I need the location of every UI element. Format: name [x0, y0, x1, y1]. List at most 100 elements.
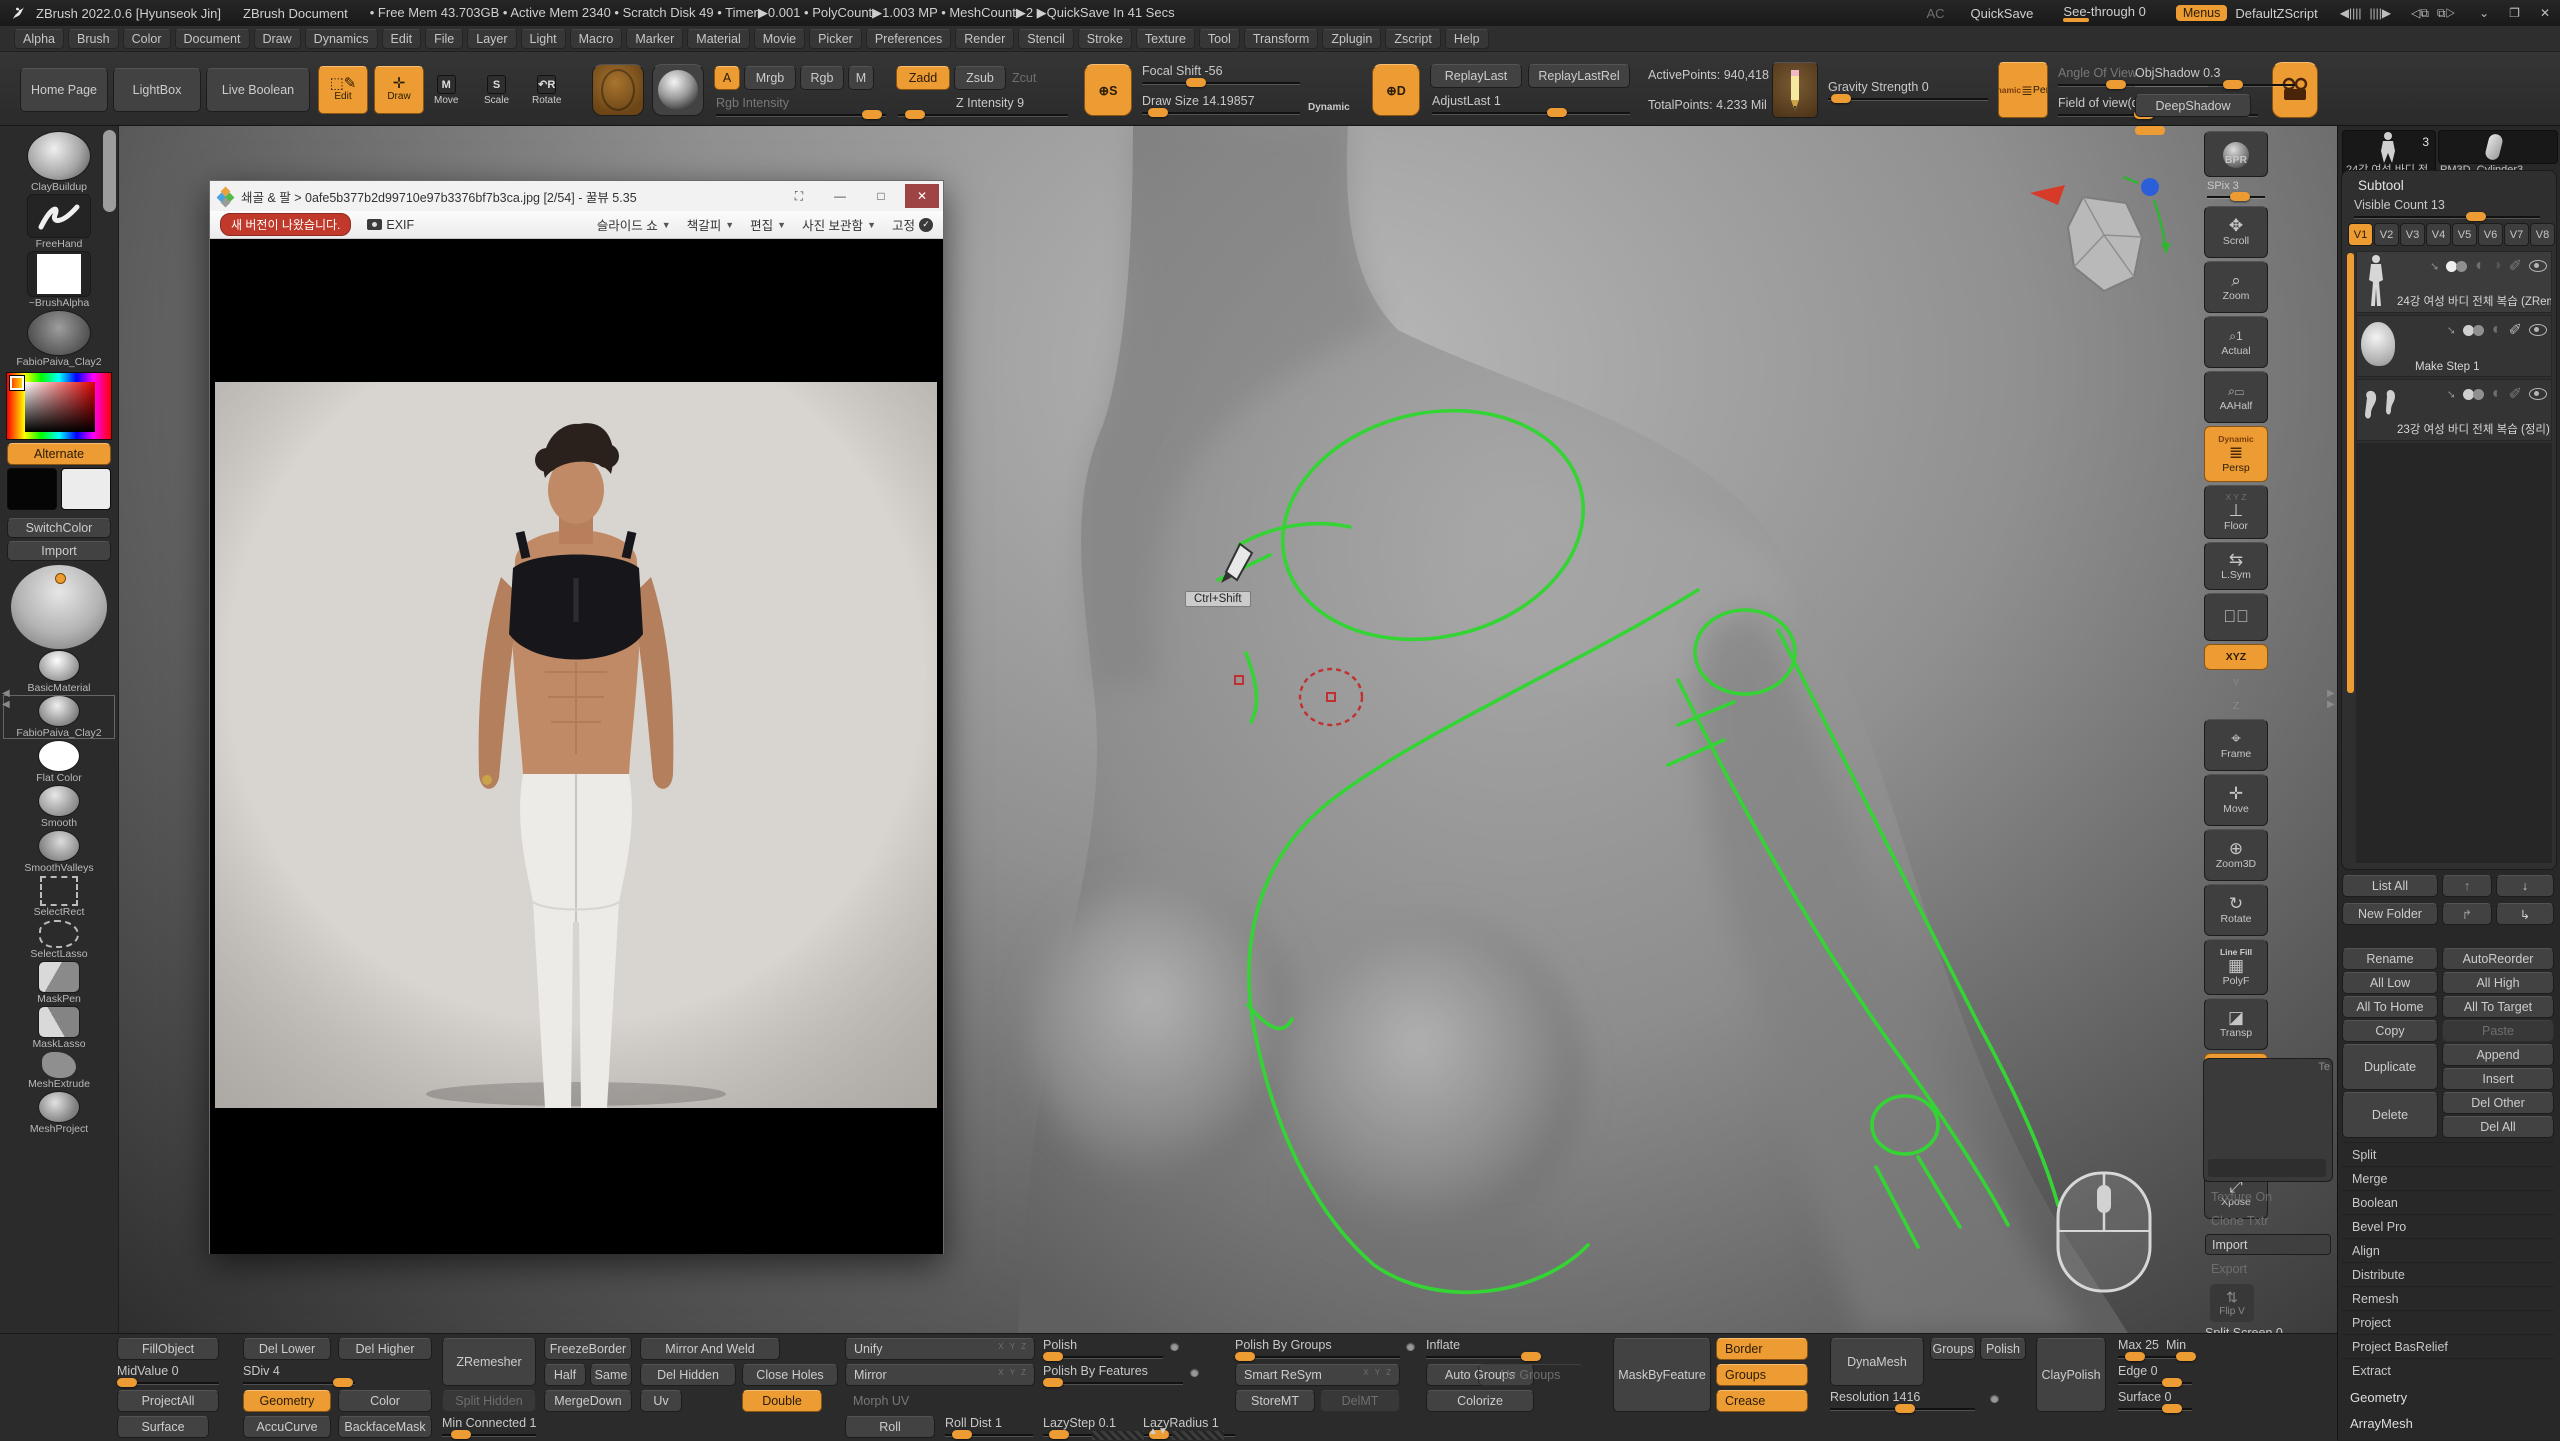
- brush-selectlasso[interactable]: SelectLasso: [3, 920, 115, 960]
- rotate-3d-button[interactable]: ↻Rotate: [2204, 884, 2268, 936]
- subtool-action-row[interactable]: Split: [2342, 1142, 2554, 1166]
- claypolish-maxmin-slider[interactable]: Max 25 Min: [2118, 1338, 2192, 1358]
- mask-by-feature-button[interactable]: MaskByFeature: [1613, 1338, 1711, 1412]
- menu-item[interactable]: Macro: [570, 29, 623, 49]
- toolbar-persp-button[interactable]: Dynamic ≣ Persp: [1998, 62, 2048, 118]
- tray-scroll-hatch-left[interactable]: [1092, 1431, 1144, 1440]
- brush-icon[interactable]: ✐: [2509, 384, 2522, 404]
- color-swatches[interactable]: [3, 468, 115, 515]
- rgb-intensity-slider[interactable]: Rgb Intensity: [716, 96, 886, 116]
- roll-dist-slider[interactable]: Roll Dist 1: [945, 1416, 1033, 1436]
- bookmark-menu[interactable]: 책갈피▼: [687, 215, 734, 234]
- move-3d-button[interactable]: ✛Move: [2204, 774, 2268, 826]
- subtool-tab-v7[interactable]: V7: [2504, 223, 2529, 246]
- double-button[interactable]: Double: [742, 1390, 822, 1412]
- obj-shadow-slider[interactable]: ObjShadow 0.3: [2135, 66, 2295, 86]
- subtool-row-1[interactable]: ➘ ◐ ◑ ✐ 24강 여성 바디 전체 복습 (ZReme: [2356, 251, 2552, 313]
- viewer-fullscreen-button[interactable]: ⛶: [782, 184, 816, 208]
- menu-item[interactable]: Dynamics: [305, 29, 378, 49]
- secondary-color-swatch[interactable]: [61, 468, 111, 510]
- m-toggle[interactable]: M: [848, 66, 874, 90]
- polish-slider[interactable]: Polish: [1043, 1338, 1163, 1358]
- gravity-pencil-button[interactable]: [1772, 62, 1818, 118]
- current-color-sphere[interactable]: [3, 565, 115, 649]
- stroke-freehand[interactable]: FreeHand: [3, 194, 115, 250]
- image-viewer-window[interactable]: 쇄골 & 팔 > 0afe5b377b2d99710e97b3376bf7b3c…: [209, 180, 944, 1254]
- texture-thumbnail[interactable]: Te: [2203, 1058, 2333, 1182]
- mbf-crease-toggle[interactable]: Crease: [1716, 1390, 1808, 1412]
- paint-toggle-icon[interactable]: [2463, 389, 2485, 400]
- menu-item[interactable]: Light: [521, 29, 566, 49]
- brush-icon[interactable]: ✐: [2509, 320, 2522, 340]
- project-all-button[interactable]: ProjectAll: [117, 1390, 219, 1412]
- subtool-action-row[interactable]: Boolean: [2342, 1190, 2554, 1214]
- menu-item[interactable]: Help: [1445, 29, 1489, 49]
- all-to-target-button[interactable]: All To Target: [2442, 996, 2554, 1018]
- brush-masklasso[interactable]: MaskLasso: [3, 1006, 115, 1050]
- menu-item[interactable]: Draw: [254, 29, 301, 49]
- see-through-slider[interactable]: See-through 0: [2063, 4, 2145, 22]
- menu-item[interactable]: Render: [955, 29, 1014, 49]
- close-holes-button[interactable]: Close Holes: [742, 1364, 838, 1386]
- material-flat-color[interactable]: Flat Color: [3, 740, 115, 784]
- delete-button[interactable]: Delete: [2342, 1092, 2438, 1138]
- fill-object-button[interactable]: FillObject: [117, 1338, 219, 1360]
- quicksave-button[interactable]: QuickSave: [1971, 6, 2034, 21]
- exif-button[interactable]: EXIF: [367, 218, 414, 232]
- del-hidden-button[interactable]: Del Hidden: [640, 1364, 736, 1386]
- backface-mask-button[interactable]: BackfaceMask: [338, 1416, 432, 1438]
- mirror-button[interactable]: MirrorX Y Z: [845, 1364, 1035, 1386]
- redo-arrow-button[interactable]: ↳: [2496, 903, 2554, 925]
- viewer-minimize-button[interactable]: —: [823, 184, 857, 208]
- subtool-title[interactable]: Subtool: [2358, 178, 2404, 193]
- menu-item[interactable]: Movie: [754, 29, 805, 49]
- copy-config-icon[interactable]: ◁⧉: [2411, 6, 2429, 21]
- min-connected-slider[interactable]: Min Connected 1: [442, 1416, 536, 1436]
- subtool-tab-v8[interactable]: V8: [2530, 223, 2555, 246]
- draw-button[interactable]: ✛Draw: [374, 66, 424, 114]
- claypolish-edge-slider[interactable]: Edge 0: [2118, 1364, 2192, 1384]
- scale-button[interactable]: SScale: [484, 70, 528, 112]
- dynamic-label[interactable]: Dynamic: [1308, 102, 1350, 113]
- subtool-action-row[interactable]: Remesh: [2342, 1286, 2554, 1310]
- polish-features-radio[interactable]: [1190, 1368, 1199, 1377]
- scroll-button[interactable]: ✥Scroll: [2204, 206, 2268, 258]
- polish-groups-radio[interactable]: [1406, 1342, 1415, 1351]
- lightbox-button[interactable]: LightBox: [113, 68, 201, 112]
- all-low-button[interactable]: All Low: [2342, 972, 2438, 994]
- brush-selectrect[interactable]: SelectRect: [3, 876, 115, 918]
- surface-button[interactable]: Surface: [117, 1416, 209, 1438]
- subtool-action-row[interactable]: Distribute: [2342, 1262, 2554, 1286]
- import-color-button[interactable]: Import: [7, 541, 111, 561]
- gizmo-z-dot[interactable]: [2141, 178, 2159, 196]
- dynamesh-groups-toggle[interactable]: Groups: [1930, 1338, 1976, 1360]
- gravity-strength-slider[interactable]: Gravity Strength 0: [1828, 80, 1988, 100]
- section-geometry[interactable]: Geometry: [2350, 1390, 2407, 1405]
- roll-button[interactable]: Roll: [845, 1416, 935, 1438]
- paste-config-icon[interactable]: ⧉▷: [2437, 6, 2455, 21]
- frame-button[interactable]: ⌖Frame: [2204, 719, 2268, 771]
- dynamesh-polish-toggle[interactable]: Polish: [1980, 1338, 2026, 1360]
- default-zscript-button[interactable]: DefaultZScript: [2235, 6, 2317, 21]
- menu-item[interactable]: Zscript: [1385, 29, 1441, 49]
- menu-item[interactable]: Edit: [382, 29, 422, 49]
- alpha-brushalpha[interactable]: ~BrushAlpha: [3, 251, 115, 309]
- replay-last-rel-button[interactable]: ReplayLastRel: [1528, 64, 1630, 88]
- paint-toggle-icon[interactable]: [2446, 261, 2468, 272]
- minimize-button[interactable]: ⌄: [2479, 6, 2489, 20]
- rotate-button[interactable]: ↶RRotate: [532, 70, 580, 112]
- aahalf-button[interactable]: ⌕▭AAHalf: [2204, 371, 2268, 423]
- home-page-button[interactable]: Home Page: [20, 68, 108, 112]
- section-arraymesh[interactable]: ArrayMesh: [2350, 1416, 2413, 1431]
- subtool-scrollbar[interactable]: [2347, 253, 2354, 693]
- viewer-titlebar[interactable]: 쇄골 & 팔 > 0afe5b377b2d99710e97b3376bf7b3c…: [210, 181, 943, 211]
- all-to-home-button[interactable]: All To Home: [2342, 996, 2438, 1018]
- del-other-button[interactable]: Del Other: [2442, 1092, 2554, 1114]
- persp-button[interactable]: Dynamic ≣ Persp: [2204, 426, 2268, 482]
- slideshow-menu[interactable]: 슬라이드 쇼▼: [597, 215, 671, 234]
- half-button[interactable]: Half: [544, 1364, 586, 1386]
- subtool-action-row[interactable]: Project BasRelief: [2342, 1334, 2554, 1358]
- subtool-row-2[interactable]: ➘ ◐ ✐ Make Step 1: [2356, 315, 2552, 377]
- shelf-scrollbar-thumb[interactable]: [103, 130, 116, 212]
- floor-button[interactable]: X Y Z ⊥Floor: [2204, 485, 2268, 539]
